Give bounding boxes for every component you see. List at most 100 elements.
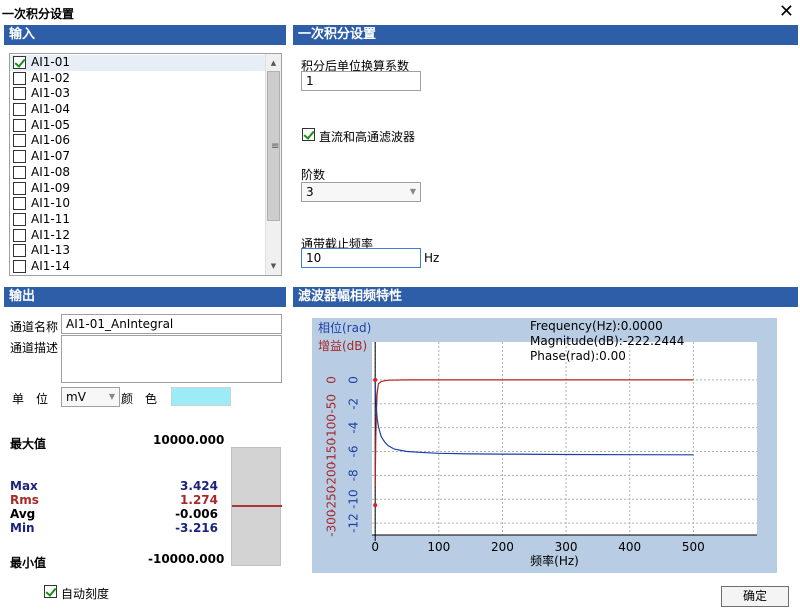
- gain-axis-title: 增益(dB): [318, 339, 367, 353]
- channel-item[interactable]: AI1-14: [10, 259, 266, 275]
- channel-name-label: 通道名称: [10, 320, 59, 334]
- channel-item[interactable]: AI1-11: [10, 212, 266, 228]
- readout-magnitude: Magnitude(dB):-222.2444: [530, 334, 684, 348]
- gain-tick-label: -300: [325, 509, 339, 536]
- channel-item[interactable]: AI1-03: [10, 86, 266, 102]
- channel-checkbox[interactable]: [13, 228, 26, 242]
- channel-label: AI1-01: [31, 55, 70, 69]
- channel-checkbox[interactable]: [13, 197, 26, 211]
- channel-checkbox[interactable]: [13, 56, 26, 69]
- x-tick-label: 300: [555, 540, 578, 554]
- channel-label: AI1-12: [31, 227, 70, 242]
- scroll-thumb[interactable]: ≡: [267, 71, 280, 221]
- channel-item[interactable]: AI1-05: [10, 118, 266, 134]
- channel-item[interactable]: AI1-06: [10, 133, 266, 149]
- chevron-down-icon: ▼: [108, 392, 115, 401]
- order-value: 3: [306, 185, 314, 199]
- filter-checkbox[interactable]: [302, 128, 315, 141]
- channel-item[interactable]: AI1-08: [10, 165, 266, 181]
- x-tick-label: 500: [682, 540, 705, 554]
- stat-value-min: -3.216: [175, 521, 218, 535]
- coef-input[interactable]: 1: [301, 71, 421, 91]
- chart-svg: 0 100 200 300 400 5000-50-100-150-200-250-300…: [318, 319, 757, 568]
- channel-checkbox[interactable]: [13, 212, 26, 226]
- phase-tick-label: 0: [347, 376, 361, 384]
- channel-label: AI1-04: [31, 102, 70, 117]
- channel-label: AI1-02: [31, 70, 70, 85]
- channel-checkbox[interactable]: [13, 87, 26, 101]
- channel-item[interactable]: AI1-09: [10, 181, 266, 197]
- channel-label: AI1-08: [31, 164, 70, 179]
- unit-select[interactable]: mV ▼: [61, 387, 120, 407]
- window-title: 一次积分设置: [2, 7, 75, 21]
- chart-section-header: 滤波器幅相频特性: [293, 287, 798, 307]
- level-bar: [231, 447, 282, 566]
- title-bar: 一次积分设置 ✕: [0, 0, 800, 26]
- channel-item[interactable]: AI1-12: [10, 228, 266, 244]
- gain-marker: [373, 377, 378, 382]
- phase-tick-label: -2: [347, 398, 361, 410]
- phase-tick-label: -8: [347, 469, 361, 481]
- phase-tick-label: -12: [347, 513, 361, 533]
- channel-checkbox[interactable]: [13, 103, 26, 117]
- order-select[interactable]: 3 ▼: [301, 182, 421, 202]
- x-tick-label: 100: [427, 540, 450, 554]
- channel-checkbox[interactable]: [13, 71, 26, 85]
- channel-list-scrollbar[interactable]: ▲ ≡ ▼: [265, 54, 281, 275]
- channel-checkbox[interactable]: [13, 134, 26, 148]
- channel-label: AI1-07: [31, 149, 70, 164]
- channel-checkbox[interactable]: [13, 244, 26, 258]
- channel-list: AI1-01 AI1-02 AI1-03 AI1-04 AI1-05 AI1-06 AI1-…: [10, 55, 266, 275]
- scroll-up-icon[interactable]: ▲: [266, 56, 281, 70]
- channel-item[interactable]: AI1-10: [10, 196, 266, 212]
- color-label: 颜 色: [121, 392, 158, 406]
- gain-tick-label: 0: [325, 376, 339, 384]
- x-tick-label: 0: [371, 540, 379, 554]
- channel-item[interactable]: AI1-01: [10, 55, 266, 71]
- input-section-header: 输入: [4, 25, 286, 45]
- auto-scale-checkbox[interactable]: [44, 585, 57, 598]
- stat-value-max: 3.424: [180, 479, 218, 493]
- level-mark: [232, 505, 282, 507]
- filter-label: 直流和高通滤波器: [319, 130, 416, 144]
- filter-checkbox-row[interactable]: 直流和高通滤波器: [302, 128, 462, 144]
- channel-checkbox[interactable]: [13, 165, 26, 179]
- auto-scale-row[interactable]: 自动刻度: [44, 585, 144, 601]
- readout-phase: Phase(rad):0.00: [530, 349, 626, 363]
- grip-icon: ≡: [271, 141, 280, 152]
- phase-tick-label: -6: [347, 446, 361, 458]
- channel-label: AI1-09: [31, 180, 70, 195]
- auto-scale-label: 自动刻度: [61, 587, 110, 601]
- gain-tick-label: -100: [325, 414, 339, 441]
- max-limit-label: 最大值: [10, 437, 47, 451]
- channel-label: AI1-11: [31, 211, 70, 226]
- gain-tick-label: -250: [325, 486, 339, 513]
- phase-tick-label: -10: [347, 489, 361, 509]
- stat-label-avg: Avg: [10, 507, 36, 521]
- stat-label-min: Min: [10, 521, 35, 535]
- channel-desc-label: 通道描述: [10, 341, 59, 355]
- cutoff-input[interactable]: 10: [301, 248, 421, 268]
- channel-item[interactable]: AI1-13: [10, 243, 266, 259]
- ok-button[interactable]: 确定: [721, 586, 789, 607]
- stat-label-max: Max: [10, 479, 38, 493]
- channel-listbox[interactable]: AI1-01 AI1-02 AI1-03 AI1-04 AI1-05 AI1-06 AI1-…: [9, 53, 282, 276]
- x-tick-label: 200: [491, 540, 514, 554]
- channel-label: AI1-03: [31, 86, 70, 101]
- channel-name-input[interactable]: AI1-01_AnIntegral: [61, 314, 282, 334]
- phase-axis-title: 相位(rad): [318, 320, 371, 335]
- close-icon[interactable]: ✕: [779, 2, 794, 22]
- channel-desc-input[interactable]: [61, 335, 282, 383]
- channel-checkbox[interactable]: [13, 118, 26, 132]
- channel-checkbox[interactable]: [13, 181, 26, 195]
- channel-item[interactable]: AI1-02: [10, 71, 266, 87]
- x-axis-title: 频率(Hz): [530, 553, 579, 568]
- channel-checkbox[interactable]: [13, 150, 26, 164]
- channel-item[interactable]: AI1-04: [10, 102, 266, 118]
- min-limit-label: 最小值: [10, 556, 47, 570]
- readout-frequency: Frequency(Hz):0.0000: [530, 319, 663, 333]
- color-swatch[interactable]: [171, 387, 231, 406]
- channel-checkbox[interactable]: [13, 259, 26, 273]
- scroll-down-icon[interactable]: ▼: [266, 259, 281, 273]
- channel-item[interactable]: AI1-07: [10, 149, 266, 165]
